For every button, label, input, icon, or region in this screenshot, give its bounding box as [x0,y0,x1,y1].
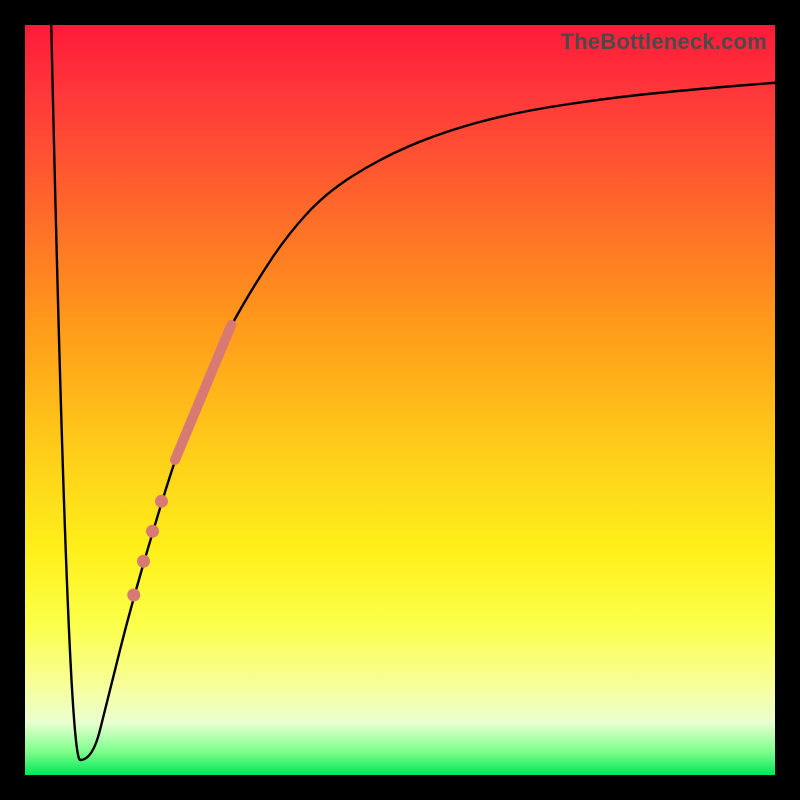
chart-svg [25,25,775,775]
plot-area: TheBottleneck.com [25,25,775,775]
bottleneck-curve [51,25,775,760]
highlight-band [175,325,231,460]
highlight-dot [146,525,159,538]
highlight-dot [137,555,150,568]
highlight-dot [127,589,140,602]
highlight-dot [155,495,168,508]
chart-frame: TheBottleneck.com [0,0,800,800]
